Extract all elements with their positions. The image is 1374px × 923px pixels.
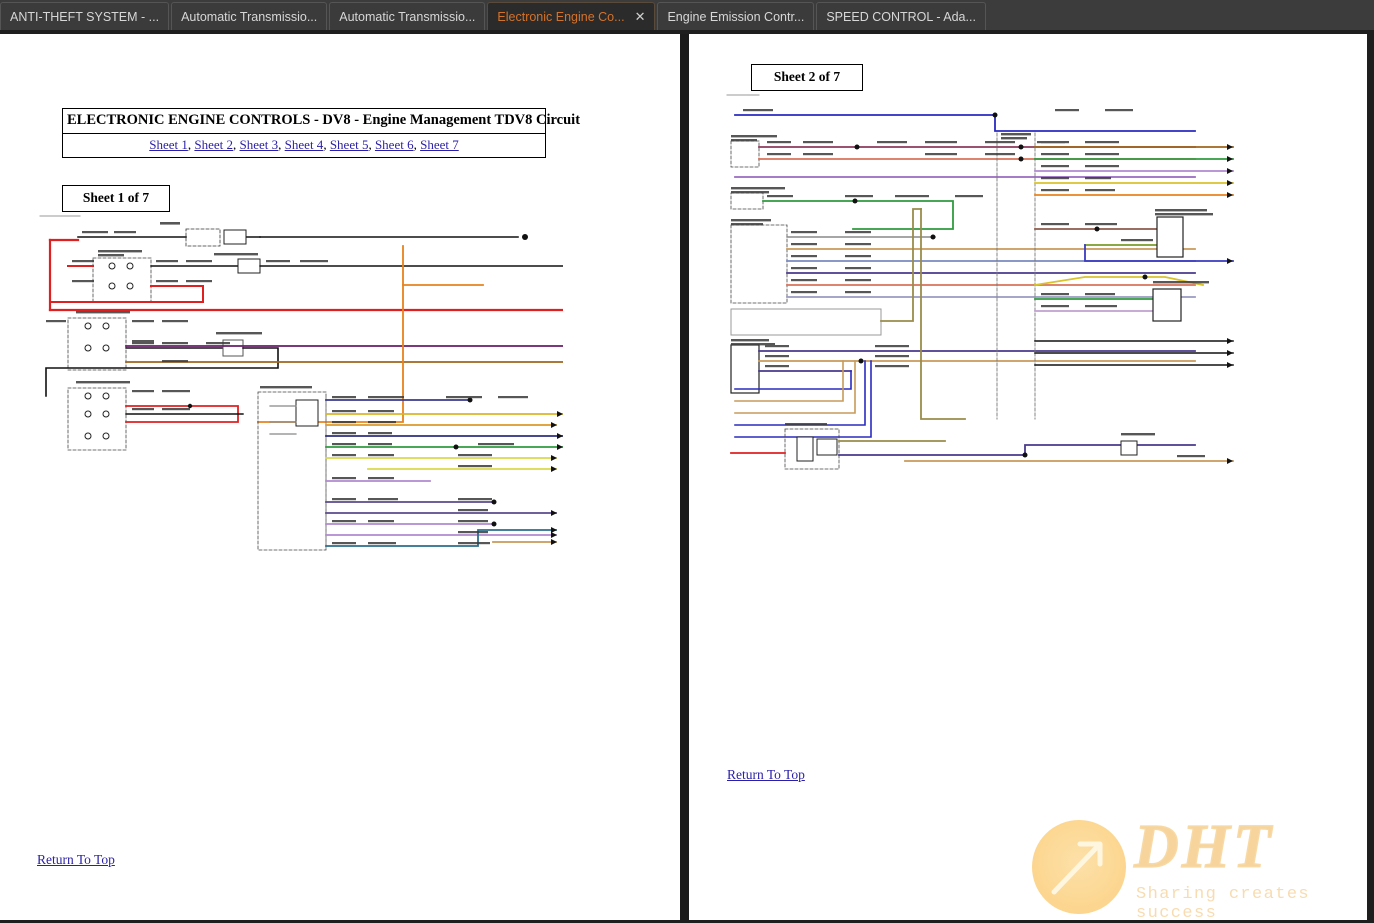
document-page-sheet-1: ELECTRONIC ENGINE CONTROLS - DV8 - Engin… (0, 34, 680, 920)
wiring-diagram-sheet-2 (725, 89, 1245, 474)
sheet-badge-1: Sheet 1 of 7 (62, 185, 170, 212)
tab-bar-empty-area (988, 2, 1374, 30)
sheet-link-7[interactable]: Sheet 7 (420, 137, 459, 152)
browser-tab-3[interactable]: Electronic Engine Co... ✕ (487, 2, 656, 30)
browser-tab-4[interactable]: Engine Emission Contr... (657, 2, 815, 30)
browser-tab-label: Engine Emission Contr... (667, 9, 805, 24)
return-to-top-link-right[interactable]: Return To Top (727, 767, 805, 783)
document-page-sheet-2: Sheet 2 of 7 Return To Top (689, 34, 1367, 920)
page-divider (680, 34, 689, 920)
browser-tab-label: ANTI-THEFT SYSTEM - ... (10, 9, 160, 24)
document-viewer[interactable]: ELECTRONIC ENGINE CONTROLS - DV8 - Engin… (0, 34, 1374, 923)
browser-tab-label: SPEED CONTROL - Ada... (826, 9, 976, 24)
wiring-diagram-sheet-1 (38, 210, 563, 555)
browser-tab-label: Electronic Engine Co... (497, 9, 625, 24)
sheet-link-5[interactable]: Sheet 5 (330, 137, 369, 152)
page-title: ELECTRONIC ENGINE CONTROLS - DV8 - Engin… (63, 109, 580, 134)
browser-tab-1[interactable]: Automatic Transmissio... (171, 2, 328, 30)
sheet-link-4[interactable]: Sheet 4 (285, 137, 324, 152)
return-to-top-link-left[interactable]: Return To Top (37, 852, 115, 868)
browser-tab-5[interactable]: SPEED CONTROL - Ada... (816, 2, 986, 30)
sheet-link-1[interactable]: Sheet 1 (149, 137, 188, 152)
sheet-link-list[interactable]: Sheet 1, Sheet 2, Sheet 3, Sheet 4, Shee… (63, 134, 545, 157)
sheet-badge-2: Sheet 2 of 7 (751, 64, 863, 91)
browser-tab-label: Automatic Transmissio... (181, 9, 318, 24)
browser-tab-2[interactable]: Automatic Transmissio... (329, 2, 486, 30)
sheet-link-2[interactable]: Sheet 2 (194, 137, 233, 152)
browser-tab-label: Automatic Transmissio... (339, 9, 476, 24)
sheet-link-6[interactable]: Sheet 6 (375, 137, 414, 152)
document-title-box: ELECTRONIC ENGINE CONTROLS - DV8 - Engin… (62, 108, 580, 158)
sheet-link-3[interactable]: Sheet 3 (240, 137, 279, 152)
browser-tab-0[interactable]: ANTI-THEFT SYSTEM - ... (0, 2, 170, 30)
browser-tab-bar: ANTI-THEFT SYSTEM - ... Automatic Transmi… (0, 0, 1374, 30)
close-icon[interactable]: ✕ (635, 10, 646, 23)
